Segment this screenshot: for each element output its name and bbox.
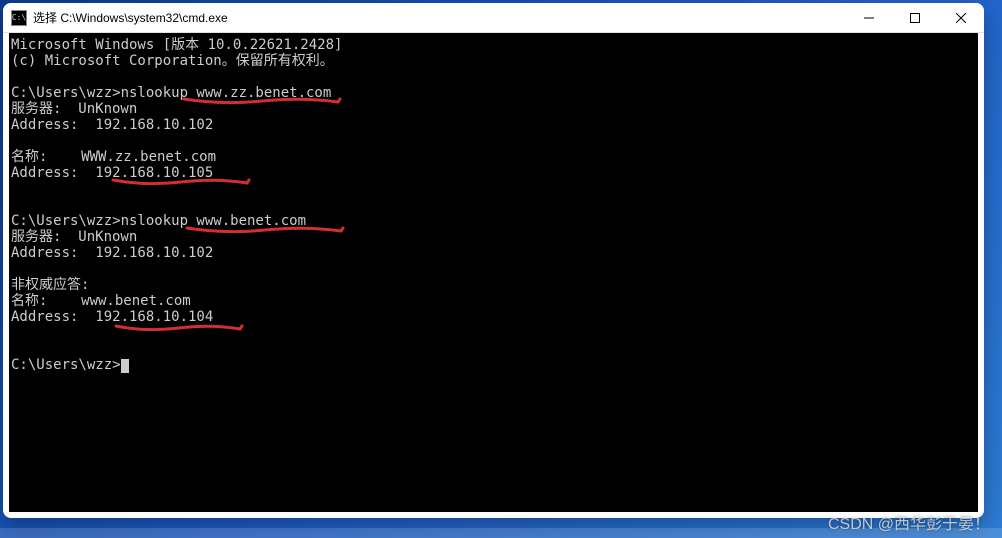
terminal-output[interactable]: Microsoft Windows [版本 10.0.22621.2428](c…	[9, 33, 978, 512]
terminal-line: C:\Users\wzz>nslookup www.zz.benet.com	[11, 85, 976, 101]
terminal-line: 名称: WWW.zz.benet.com	[11, 149, 976, 165]
terminal-line: 服务器: UnKnown	[11, 101, 976, 117]
terminal-line: 服务器: UnKnown	[11, 229, 976, 245]
terminal-line	[11, 69, 976, 85]
window-controls	[846, 3, 984, 32]
terminal-line	[11, 341, 976, 357]
terminal-line: 非权威应答:	[11, 277, 976, 293]
terminal-line: Microsoft Windows [版本 10.0.22621.2428]	[11, 37, 976, 53]
taskbar	[0, 528, 1002, 538]
terminal-line: Address: 192.168.10.105	[11, 165, 976, 181]
cmd-window: C:\ 选择 C:\Windows\system32\cmd.exe Micro…	[3, 3, 984, 518]
terminal-line	[11, 181, 976, 197]
terminal-line: 名称: www.benet.com	[11, 293, 976, 309]
terminal-line	[11, 197, 976, 213]
cmd-icon: C:\	[11, 10, 27, 26]
terminal-line: Address: 192.168.10.102	[11, 245, 976, 261]
terminal-line: C:\Users\wzz>	[11, 357, 976, 373]
maximize-button[interactable]	[892, 3, 938, 32]
minimize-button[interactable]	[846, 3, 892, 32]
terminal-line: Address: 192.168.10.102	[11, 117, 976, 133]
terminal-line	[11, 325, 976, 341]
cursor	[121, 359, 129, 373]
terminal-line	[11, 261, 976, 277]
titlebar[interactable]: C:\ 选择 C:\Windows\system32\cmd.exe	[3, 3, 984, 33]
terminal-line: C:\Users\wzz>nslookup www.benet.com	[11, 213, 976, 229]
terminal-line: Address: 192.168.10.104	[11, 309, 976, 325]
terminal-line	[11, 133, 976, 149]
terminal-line: (c) Microsoft Corporation。保留所有权利。	[11, 53, 976, 69]
close-button[interactable]	[938, 3, 984, 32]
window-title: 选择 C:\Windows\system32\cmd.exe	[33, 9, 846, 26]
